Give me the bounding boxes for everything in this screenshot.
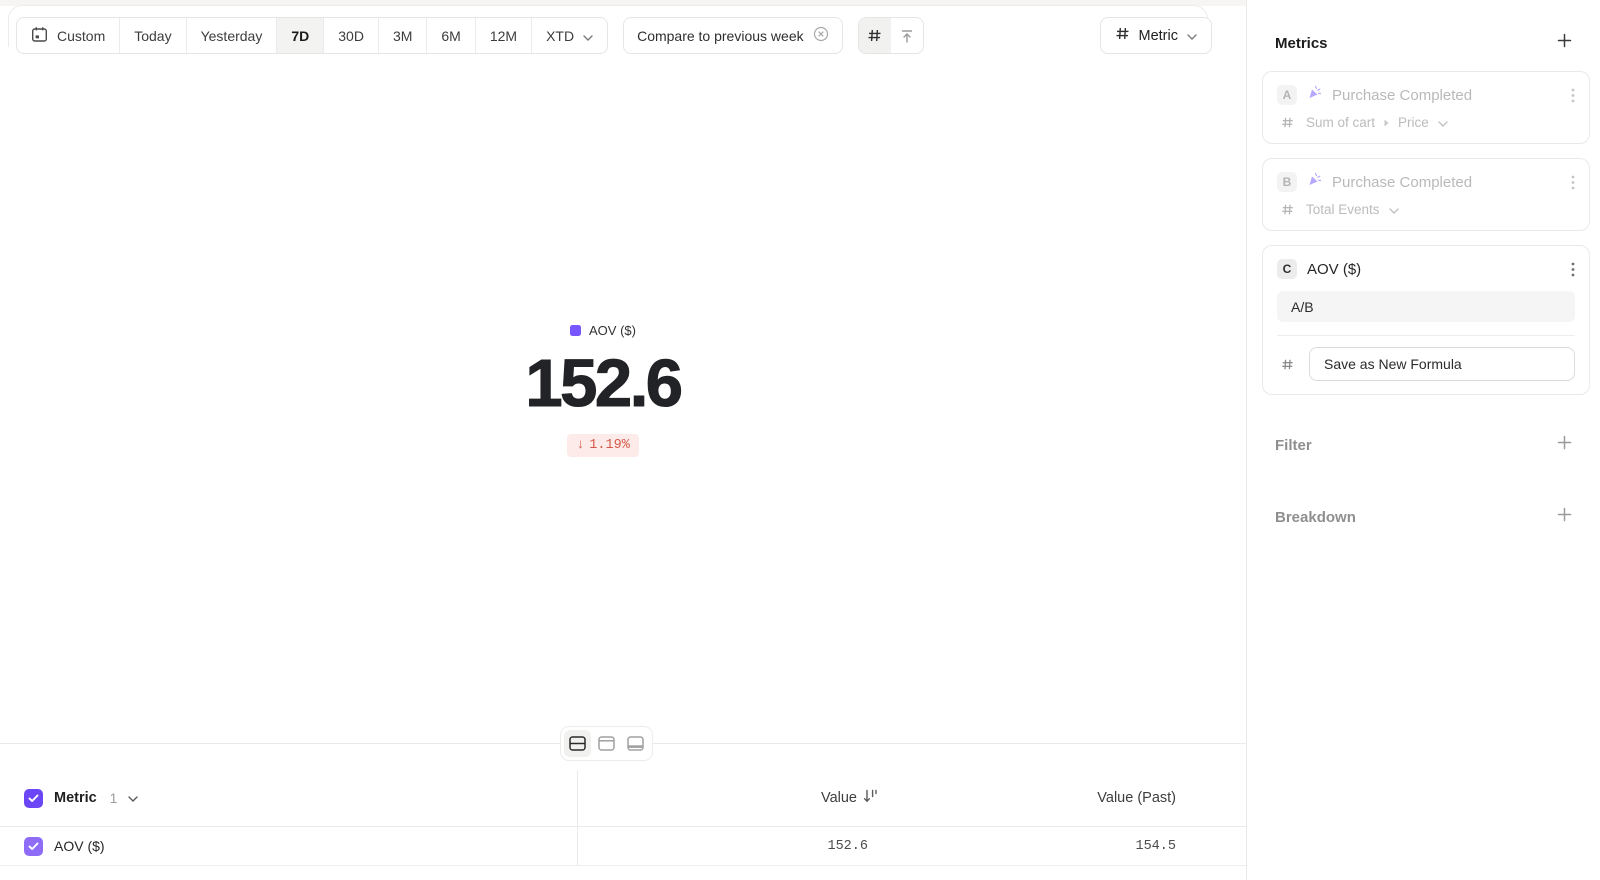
table-row: AOV ($) 152.6 154.5 xyxy=(0,827,1246,866)
compare-chip-label: Compare to previous week xyxy=(637,28,804,44)
delta-badge: ↓ 1.19% xyxy=(567,434,639,457)
date-range-12m[interactable]: 12M xyxy=(476,18,532,53)
metrics-title: Metrics xyxy=(1275,35,1328,52)
report-canvas: Custom Today Yesterday 7D 30D 3M 6M 12M … xyxy=(0,0,1246,880)
arrow-down-icon: ↓ xyxy=(576,438,584,453)
filter-section-header: Filter xyxy=(1275,435,1572,455)
aggregation-label[interactable]: Total Events xyxy=(1306,202,1380,217)
table-header-row: Metric 1 Value Value (Past) xyxy=(0,770,1246,827)
chevron-down-icon xyxy=(583,28,593,44)
metric-card-c[interactable]: C AOV ($) A/B Save as New Formula xyxy=(1262,245,1590,395)
aggregation-label[interactable]: Sum of cart xyxy=(1306,115,1375,130)
formula-input[interactable]: A/B xyxy=(1277,291,1575,322)
add-breakdown-icon[interactable] xyxy=(1557,507,1572,527)
sort-descending-icon xyxy=(863,789,878,808)
breakdown-title: Breakdown xyxy=(1275,509,1356,526)
metric-badge-a: A xyxy=(1277,85,1297,105)
chevron-down-icon[interactable] xyxy=(128,789,138,807)
big-number-value: 152.6 xyxy=(0,350,1206,417)
hash-icon xyxy=(1277,116,1297,129)
metric-event-name: Purchase Completed xyxy=(1332,174,1472,191)
save-as-new-formula-button[interactable]: Save as New Formula xyxy=(1309,347,1575,381)
split-view-toggle[interactable] xyxy=(564,730,591,757)
formula-metric-name: AOV ($) xyxy=(1307,261,1361,278)
metric-button-label: Metric xyxy=(1139,28,1178,44)
table-only-toggle[interactable] xyxy=(622,730,649,757)
date-range-6m[interactable]: 6M xyxy=(427,18,475,53)
select-all-checkbox[interactable] xyxy=(24,789,43,808)
kebab-menu-icon[interactable] xyxy=(1571,262,1575,277)
event-sparkle-icon xyxy=(1307,172,1322,192)
remove-compare-icon[interactable] xyxy=(813,26,829,45)
metric-card-b[interactable]: B Purchase Completed To xyxy=(1262,158,1590,231)
date-range-30d[interactable]: 30D xyxy=(324,18,379,53)
date-range-yesterday[interactable]: Yesterday xyxy=(187,18,278,53)
aggregation-property[interactable]: Price xyxy=(1398,115,1429,130)
results-table: Metric 1 Value Value (Past) xyxy=(0,770,1246,866)
date-range-3m[interactable]: 3M xyxy=(379,18,427,53)
layout-toggle-group xyxy=(560,726,653,761)
big-number-chart: AOV ($) 152.6 ↓ 1.19% xyxy=(0,323,1206,457)
toolbar: Custom Today Yesterday 7D 30D 3M 6M 12M … xyxy=(16,17,1246,54)
hash-icon xyxy=(1115,26,1130,45)
date-range-today[interactable]: Today xyxy=(120,18,186,53)
kebab-menu-icon[interactable] xyxy=(1571,88,1575,103)
date-range-custom[interactable]: Custom xyxy=(17,18,120,53)
metric-group-label: Metric xyxy=(54,790,97,806)
row-value-past: 154.5 xyxy=(880,839,1246,854)
hash-icon xyxy=(1277,358,1297,371)
chevron-down-icon xyxy=(1187,28,1197,44)
breakdown-section-header: Breakdown xyxy=(1275,507,1572,527)
metrics-section-header: Metrics xyxy=(1275,33,1572,53)
breadcrumb-arrow-icon xyxy=(1384,115,1389,130)
delta-value: 1.19% xyxy=(589,438,630,453)
metric-dropdown-button[interactable]: Metric xyxy=(1100,17,1212,54)
chevron-down-icon xyxy=(1438,115,1448,130)
metric-badge-c: C xyxy=(1277,259,1297,279)
hash-icon xyxy=(1277,203,1297,216)
metric-group-cell: Metric 1 xyxy=(0,770,578,826)
pin-to-top-toggle[interactable] xyxy=(891,18,923,53)
chart-only-toggle[interactable] xyxy=(593,730,620,757)
date-range-7d[interactable]: 7D xyxy=(277,18,324,53)
metric-group-count: 1 xyxy=(110,791,118,806)
chart-legend: AOV ($) xyxy=(570,323,636,338)
row-value: 152.6 xyxy=(827,839,878,854)
date-range-label: Custom xyxy=(57,28,105,44)
legend-swatch xyxy=(570,325,581,336)
event-sparkle-icon xyxy=(1307,85,1322,105)
chevron-down-icon xyxy=(1389,202,1399,217)
query-panel: Metrics A Purchase Completed xyxy=(1246,0,1600,880)
value-past-column-header[interactable]: Value (Past) xyxy=(880,790,1246,806)
kebab-menu-icon[interactable] xyxy=(1571,175,1575,190)
add-metric-icon[interactable] xyxy=(1557,33,1572,53)
metric-card-a[interactable]: A Purchase Completed Su xyxy=(1262,71,1590,144)
value-format-toggle xyxy=(858,17,924,54)
row-metric-name: AOV ($) xyxy=(54,838,105,854)
compare-chip[interactable]: Compare to previous week xyxy=(623,17,843,54)
value-column-header[interactable]: Value xyxy=(578,789,880,808)
metric-event-name: Purchase Completed xyxy=(1332,87,1472,104)
metric-name-cell: AOV ($) xyxy=(0,827,578,865)
card-divider xyxy=(1277,335,1575,336)
row-checkbox[interactable] xyxy=(24,837,43,856)
legend-label: AOV ($) xyxy=(589,323,636,338)
metric-badge-b: B xyxy=(1277,172,1297,192)
date-range-group: Custom Today Yesterday 7D 30D 3M 6M 12M … xyxy=(16,17,608,54)
add-filter-icon[interactable] xyxy=(1557,435,1572,455)
date-range-xtd[interactable]: XTD xyxy=(532,18,607,53)
filter-title: Filter xyxy=(1275,437,1312,454)
page-background-strip xyxy=(0,0,1246,6)
calendar-icon xyxy=(31,26,48,46)
absolute-number-toggle[interactable] xyxy=(859,18,891,53)
